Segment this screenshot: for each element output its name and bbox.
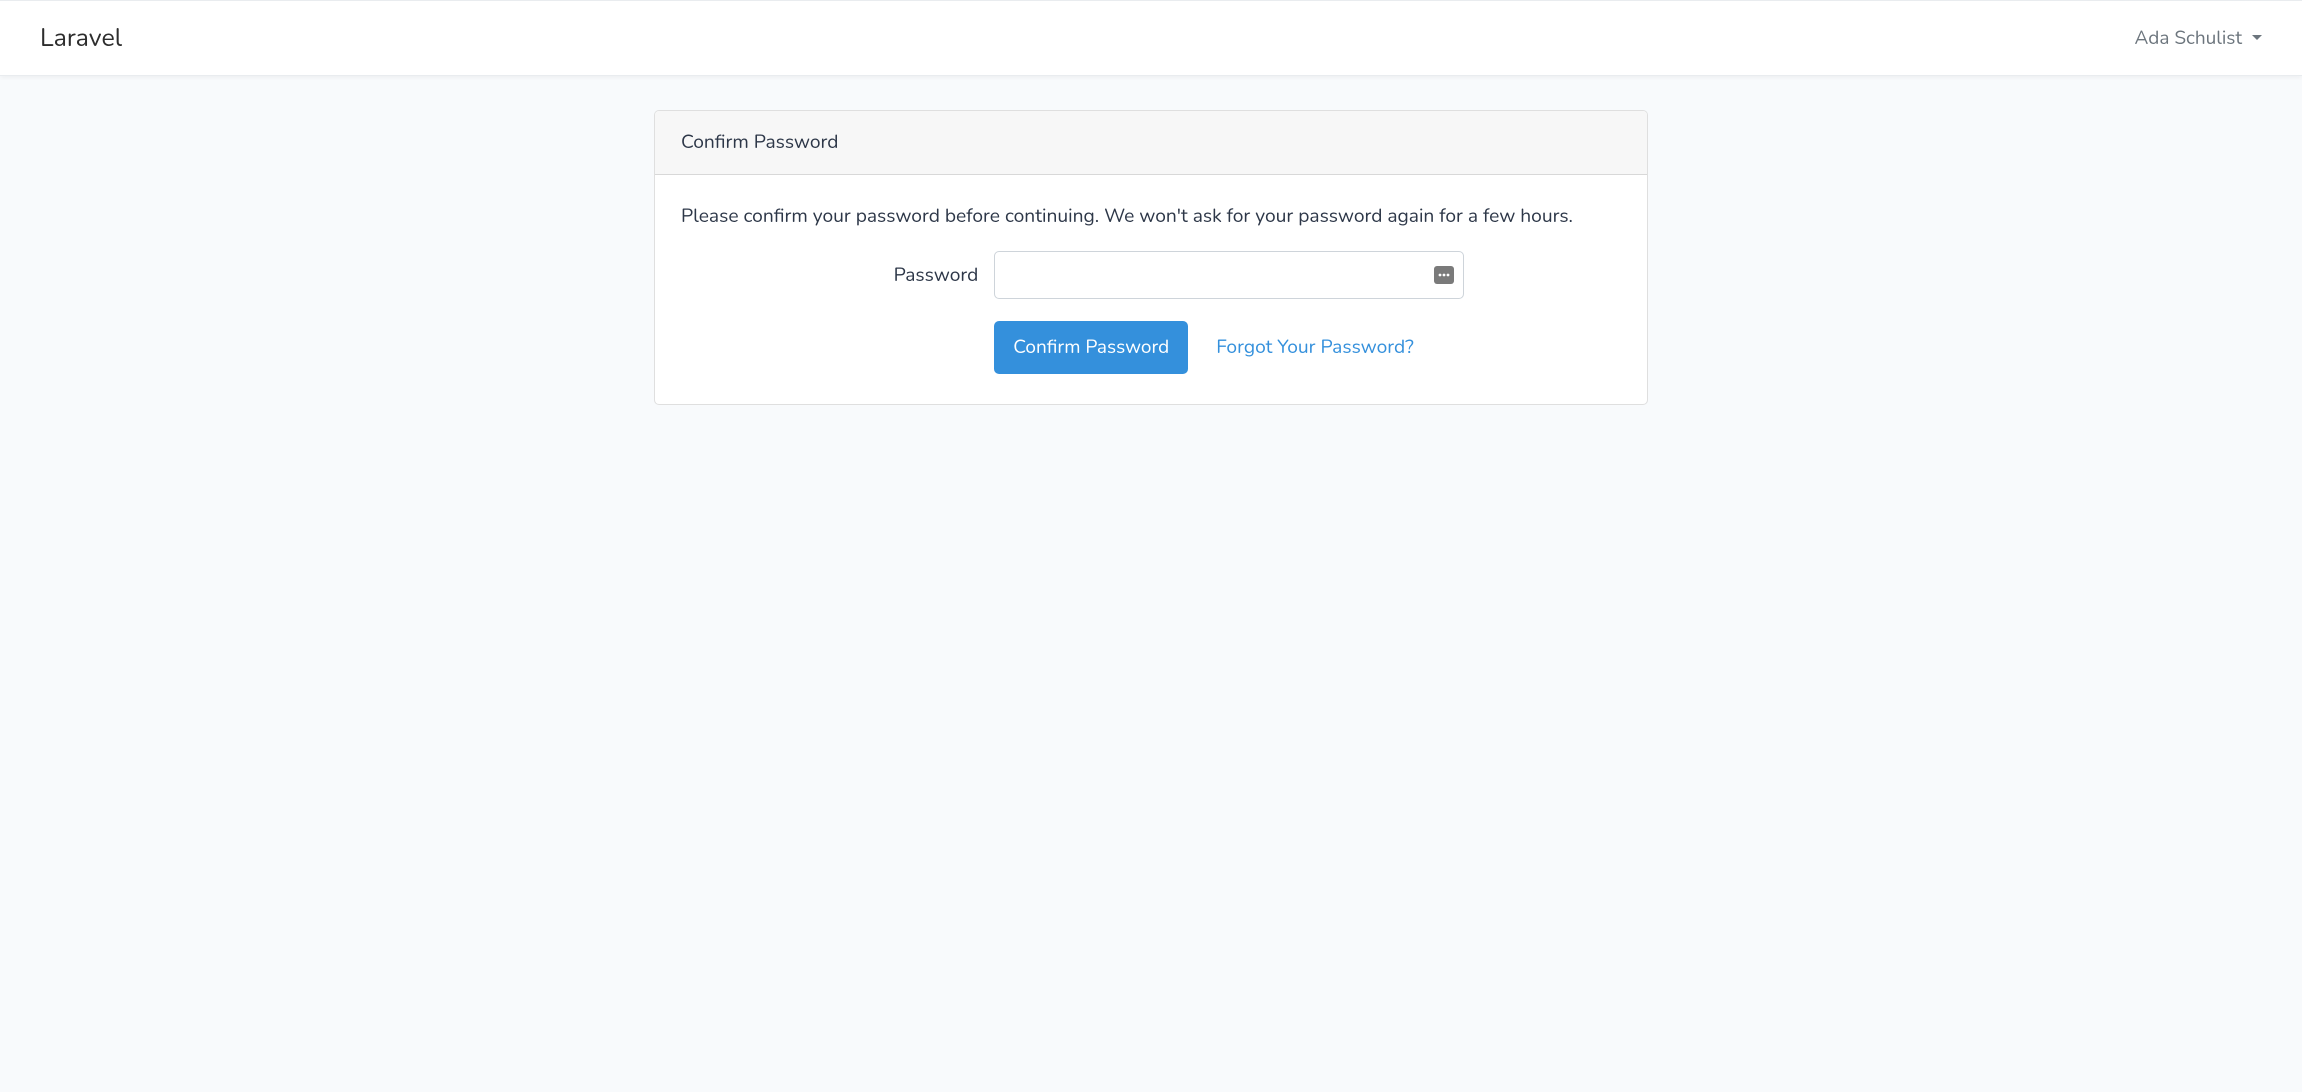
form-actions: Confirm Password Forgot Your Password?	[994, 321, 1621, 373]
user-name: Ada Schulist	[2135, 23, 2242, 53]
confirm-password-button[interactable]: Confirm Password	[994, 321, 1188, 373]
user-menu-dropdown[interactable]: Ada Schulist	[2135, 23, 2262, 53]
confirm-password-card: Confirm Password Please confirm your pas…	[654, 110, 1648, 405]
card-body: Please confirm your password before cont…	[655, 175, 1647, 404]
password-label: Password	[681, 260, 994, 291]
forgot-password-link[interactable]: Forgot Your Password?	[1216, 332, 1413, 363]
password-row: Password	[681, 251, 1621, 299]
confirm-message: Please confirm your password before cont…	[681, 201, 1621, 232]
navbar: Laravel Ada Schulist	[0, 0, 2302, 76]
chevron-down-icon	[2252, 35, 2262, 40]
password-input[interactable]	[994, 251, 1464, 299]
brand-link[interactable]: Laravel	[40, 18, 122, 58]
card-header: Confirm Password	[655, 111, 1647, 175]
main-container: Confirm Password Please confirm your pas…	[461, 76, 1841, 405]
password-input-wrap	[994, 251, 1464, 299]
password-manager-icon[interactable]	[1434, 266, 1454, 284]
